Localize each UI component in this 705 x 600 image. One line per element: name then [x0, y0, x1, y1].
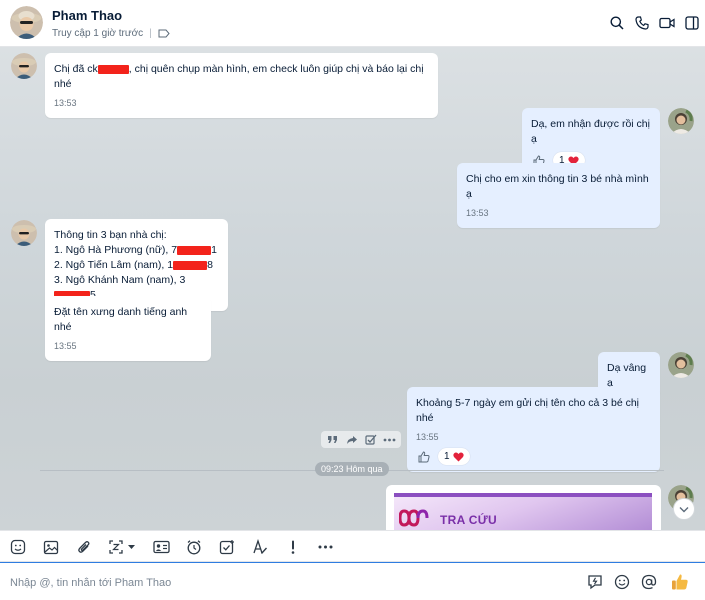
list-item: 1. Ngô Hà Phương (nữ), 7 1	[54, 243, 219, 258]
quick-message-icon[interactable]	[586, 573, 604, 591]
contact-status-row: Truy cập 1 giờ trước |	[52, 28, 170, 39]
emoji-icon[interactable]	[613, 573, 631, 591]
message-bubble-mine[interactable]: Chị cho em xin thông tin 3 bé nhà mình ạ…	[457, 163, 660, 228]
message-time: 13:53	[54, 98, 77, 108]
message-text: Dạ, em nhận được rồi chị ạ	[531, 118, 650, 145]
list-item-end: 8	[207, 259, 213, 271]
like-icon[interactable]	[416, 449, 432, 464]
list-item-end: 1	[211, 244, 217, 256]
text-format-icon[interactable]	[251, 538, 269, 556]
screenshot-capture-icon[interactable]	[108, 538, 138, 556]
message-title: Thông tin 3 bạn nhà chị:	[54, 229, 167, 241]
reaction-row: 1	[416, 448, 651, 465]
banner-stripe	[394, 493, 652, 497]
message-time: 13:55	[416, 432, 439, 442]
attachment-icon[interactable]	[75, 538, 93, 556]
message-input[interactable]	[10, 575, 570, 591]
image-message[interactable]: TRA CỨU	[386, 485, 661, 530]
message-text: Chị cho em xin thông tin 3 bé nhà mình ạ	[466, 173, 649, 200]
message-text: Chị đã ck	[54, 63, 98, 75]
redaction-mark	[177, 245, 212, 255]
scroll-to-bottom-button[interactable]	[673, 498, 695, 520]
mention-icon[interactable]	[640, 573, 658, 591]
chat-header: Pham Thao Truy cập 1 giờ trước |	[0, 0, 705, 47]
quote-icon[interactable]	[325, 433, 340, 446]
message-text: Đặt tên xưng danh tiếng anh nhé	[54, 306, 188, 333]
list-item-text: 1. Ngô Hà Phương (nữ), 7	[54, 244, 178, 256]
message-bubble-mine[interactable]: Khoảng 5-7 ngày em gửi chị tên cho cả 3 …	[407, 387, 660, 472]
task-icon[interactable]	[363, 433, 378, 446]
message-hover-actions	[321, 431, 401, 448]
message-time: 13:55	[54, 341, 77, 351]
reminder-clock-icon[interactable]	[185, 538, 203, 556]
sidebar-toggle-icon[interactable]	[680, 14, 704, 32]
redaction-mark	[173, 260, 208, 270]
contact-name[interactable]: Pham Thao	[52, 8, 122, 23]
tag-icon[interactable]	[158, 29, 170, 38]
more-icon[interactable]	[382, 433, 397, 446]
reaction-count: 1	[444, 451, 450, 462]
contact-avatar-small[interactable]	[11, 53, 37, 79]
contact-status: Truy cập 1 giờ trước	[52, 28, 144, 39]
list-item-text: 3. Ngô Khánh Nam (nam), 3	[54, 274, 186, 286]
chevron-down-icon	[679, 506, 689, 512]
separator: |	[149, 28, 152, 39]
composer	[0, 562, 705, 600]
more-options-icon[interactable]	[316, 538, 334, 556]
image-brand-text: TRA CỨU	[440, 513, 497, 527]
message-bubble[interactable]: Chị đã ck, chị quên chụp màn hình, em ch…	[45, 53, 438, 118]
phone-icon[interactable]	[630, 14, 654, 32]
my-avatar[interactable]	[668, 352, 694, 378]
image-icon[interactable]	[42, 538, 60, 556]
message-text-row: Chị đã ck, chị quên chụp màn hình, em ch…	[54, 62, 429, 92]
message-bubble[interactable]: Đặt tên xưng danh tiếng anh nhé 13:55	[45, 296, 211, 361]
date-separator: 09:23 Hôm qua	[315, 462, 389, 476]
list-item: 2. Ngô Tiến Lâm (nam), 1 8	[54, 258, 219, 273]
forward-icon[interactable]	[344, 433, 359, 446]
thumbs-up-send-icon[interactable]	[670, 572, 690, 592]
my-avatar[interactable]	[668, 108, 694, 134]
urgent-icon[interactable]	[284, 538, 302, 556]
search-icon[interactable]	[605, 14, 629, 32]
composer-toolbar	[0, 530, 705, 562]
list-item-text: 2. Ngô Tiến Lâm (nam), 1	[54, 259, 174, 271]
contact-avatar-small[interactable]	[11, 220, 37, 246]
message-list[interactable]: Chị đã ck, chị quên chụp màn hình, em ch…	[0, 47, 705, 530]
video-call-icon[interactable]	[655, 14, 679, 32]
heart-icon	[452, 452, 464, 461]
todo-icon[interactable]	[218, 538, 236, 556]
reaction-pill[interactable]: 1	[438, 448, 470, 465]
sticker-icon[interactable]	[9, 538, 27, 556]
brand-logo-icon	[399, 509, 429, 527]
message-time: 13:53	[466, 208, 489, 218]
contact-card-icon[interactable]	[152, 538, 170, 556]
message-text: Khoảng 5-7 ngày em gửi chị tên cho cả 3 …	[416, 397, 640, 424]
header-actions	[605, 14, 705, 32]
contact-avatar[interactable]	[10, 6, 43, 39]
redaction-mark	[97, 64, 129, 74]
